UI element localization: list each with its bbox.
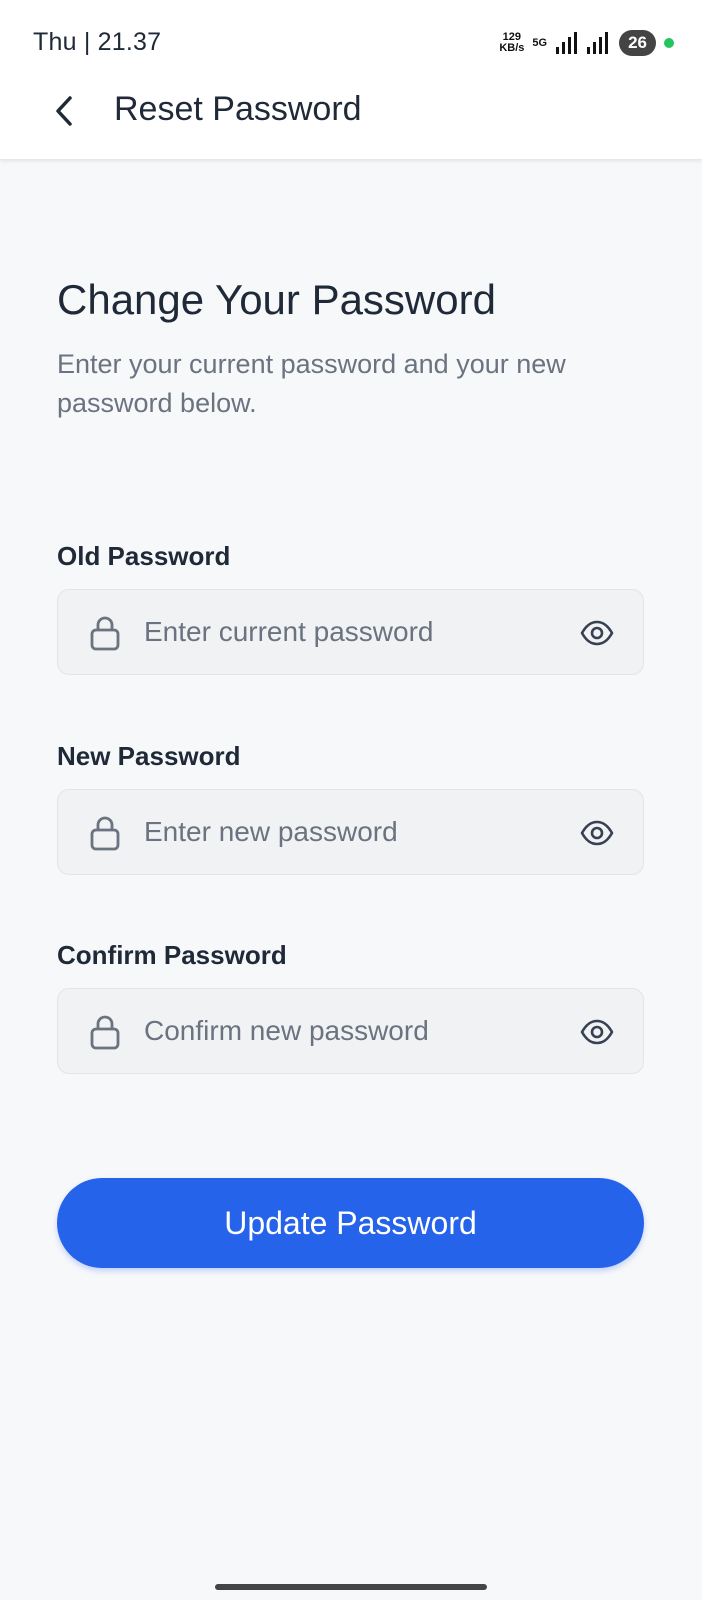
confirm-password-label: Confirm Password xyxy=(57,940,287,970)
eye-icon[interactable] xyxy=(579,815,615,851)
chevron-left-icon xyxy=(56,96,72,126)
lock-icon xyxy=(90,616,120,651)
signal-icon-secondary xyxy=(587,32,609,54)
network-speed-unit: KB/s xyxy=(499,42,525,54)
old-password-input[interactable] xyxy=(144,590,544,674)
lock-icon xyxy=(90,816,120,851)
status-bar: Thu | 21.37 129 KB/s 5G 26 xyxy=(0,0,702,64)
home-indicator[interactable] xyxy=(215,1584,487,1590)
confirm-password-input[interactable] xyxy=(144,989,544,1073)
confirm-password-field xyxy=(57,988,644,1074)
page-title: Reset Password xyxy=(114,90,362,128)
new-password-input[interactable] xyxy=(144,790,544,874)
new-password-field xyxy=(57,789,644,875)
old-password-label: Old Password xyxy=(57,541,231,571)
status-indicators: 129 KB/s 5G 26 xyxy=(499,28,674,58)
signal-icon xyxy=(556,32,578,54)
battery-indicator: 26 xyxy=(619,30,656,56)
network-speed: 129 KB/s xyxy=(499,32,524,54)
eye-icon[interactable] xyxy=(579,615,615,651)
section-heading: Change Your Password xyxy=(57,276,496,323)
update-password-button[interactable]: Update Password xyxy=(57,1178,644,1268)
old-password-field xyxy=(57,589,644,675)
eye-icon[interactable] xyxy=(579,1014,615,1050)
status-time: Thu | 21.37 xyxy=(33,28,162,56)
lock-icon xyxy=(90,1015,120,1050)
privacy-indicator-dot xyxy=(664,38,674,48)
network-type: 5G xyxy=(532,36,548,49)
back-button[interactable] xyxy=(44,88,84,134)
app-bar: Reset Password xyxy=(0,64,702,160)
section-description: Enter your current password and your new… xyxy=(57,349,566,418)
new-password-label: New Password xyxy=(57,741,241,771)
